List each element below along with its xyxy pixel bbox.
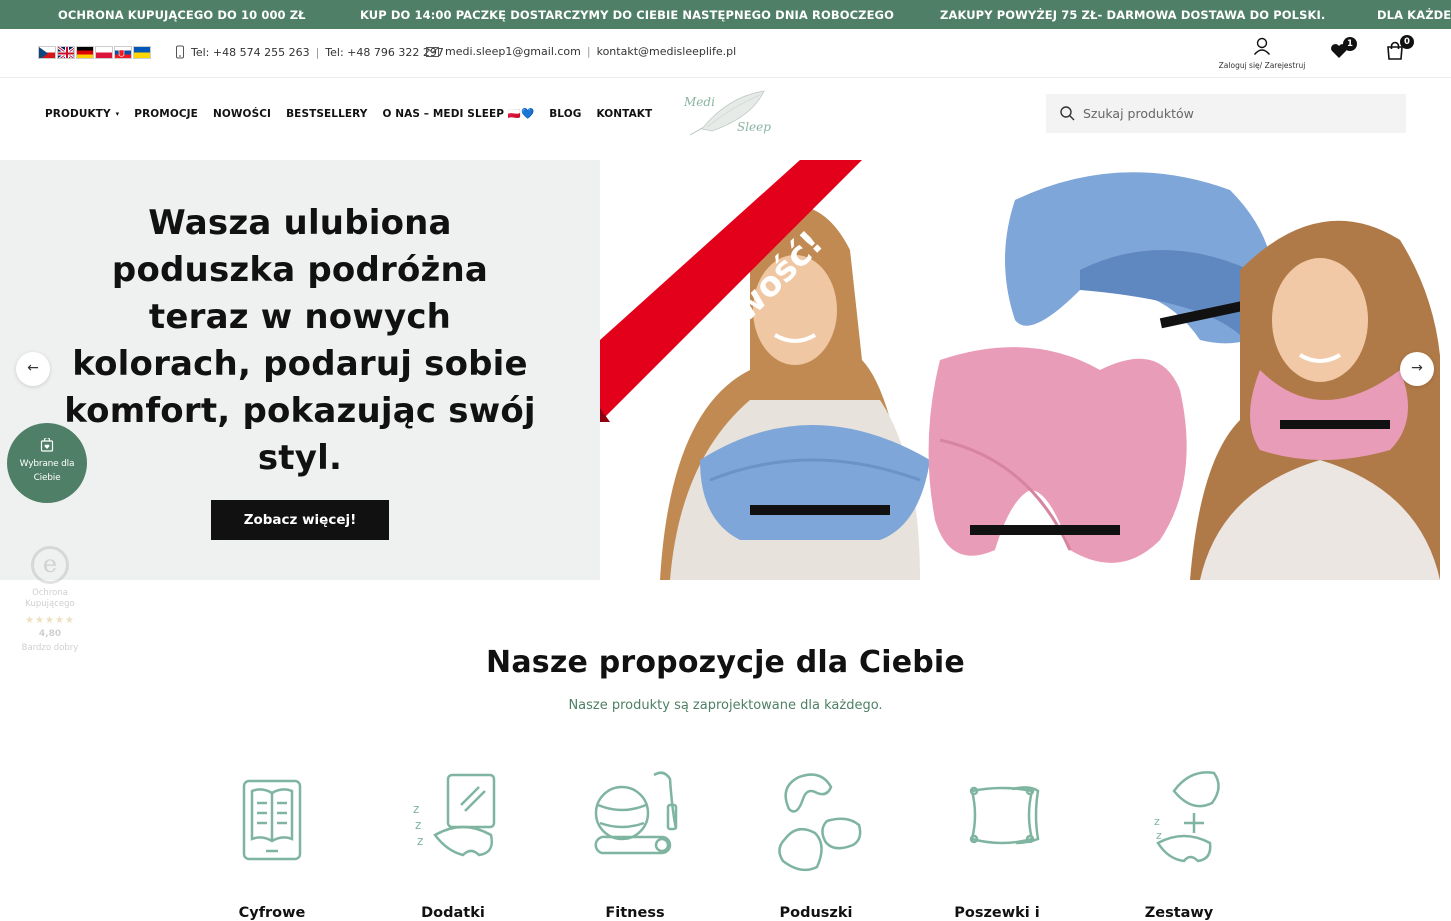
- pillow-pink: [928, 347, 1187, 563]
- logo-text-sleep: Sleep: [737, 120, 771, 134]
- wishlist-count-badge: 1: [1343, 37, 1357, 51]
- language-switcher: [38, 46, 151, 59]
- search-icon[interactable]: [1060, 106, 1075, 121]
- category-dodatki[interactable]: z z z Dodatki: [383, 765, 523, 921]
- phone-icon: [176, 45, 184, 59]
- svg-text:z: z: [1156, 829, 1162, 842]
- separator: |: [586, 45, 591, 58]
- separator: |: [315, 45, 320, 59]
- phone-1[interactable]: Tel: +48 574 255 263: [191, 46, 310, 59]
- hero-product-illustration: Nowość!: [600, 160, 1440, 580]
- svg-text:z: z: [413, 802, 419, 816]
- flag-de-icon[interactable]: [76, 46, 94, 59]
- trust-logo: e: [31, 546, 69, 584]
- picked-for-you-label: Wybrane dla Ciebie: [19, 459, 75, 483]
- category-cyfrowe[interactable]: Cyfrowe: [202, 765, 342, 921]
- category-name: Poduszki: [779, 905, 853, 921]
- category-poszewki[interactable]: Poszewki i: [927, 765, 1067, 921]
- rating-score: 4,80: [38, 629, 62, 639]
- slider-prev-button[interactable]: ←: [16, 352, 50, 386]
- category-list: Cyfrowe z z z Dodatki Fitness Poduszki P…: [0, 765, 1451, 921]
- cart-count-badge: 0: [1400, 35, 1414, 49]
- account-link[interactable]: Zaloguj się/ Zarejestruj: [1214, 37, 1310, 70]
- announcement-message: OCHRONA KUPUJĄCEGO DO 10 000 ZŁ: [58, 8, 306, 22]
- nav-item-produkty[interactable]: PRODUKTY ▾: [45, 108, 119, 120]
- section-subtitle: Nasze produkty są zaprojektowane dla każ…: [568, 698, 883, 713]
- category-zestawy[interactable]: z z Zestawy: [1109, 765, 1249, 921]
- hero-image[interactable]: Nowość!: [600, 160, 1440, 580]
- svg-text:z: z: [1154, 815, 1160, 828]
- contact-bar: Tel: +48 574 255 263 | Tel: +48 796 322 …: [0, 29, 1451, 78]
- category-name: Poszewki i: [954, 905, 1040, 921]
- hero-text-panel: Wasza ulubiona poduszka podróżna teraz w…: [0, 160, 600, 580]
- flag-uk-icon[interactable]: [133, 46, 151, 59]
- nav-item-kontakt[interactable]: KONTAKT: [596, 108, 652, 120]
- set-icon: z z: [1154, 771, 1220, 863]
- flag-pl-icon[interactable]: [95, 46, 113, 59]
- hero-title: Wasza ulubiona poduszka podróżna teraz w…: [64, 203, 536, 478]
- logo-text-medi: Medi: [684, 95, 715, 109]
- arrow-left-icon: ←: [27, 360, 39, 376]
- pillow-blue: [1005, 172, 1275, 344]
- nav-item-bestsellery[interactable]: BESTSELLERY: [286, 108, 367, 120]
- book-tablet-icon: [242, 779, 302, 861]
- flag-en-icon[interactable]: [57, 46, 75, 59]
- pillows-icon: [778, 773, 862, 872]
- trust-label: Ochrona Kupującego: [25, 588, 75, 609]
- nav-menu: PRODUKTY ▾ PROMOCJE NOWOŚCI BESTSELLERY O…: [45, 107, 652, 121]
- mail-icon: [426, 46, 439, 57]
- announcement-message: KUP DO 14:00 PACZKĘ DOSTARCZYMY DO CIEBI…: [360, 8, 894, 22]
- fitness-ball-icon: [594, 771, 678, 855]
- announcement-message: ZAKUPY POWYŻEJ 75 ZŁ- DARMOWA DOSTAWA DO…: [940, 8, 1326, 22]
- user-icon: [1253, 37, 1271, 55]
- nav-item-o-nas[interactable]: O NAS – MEDI SLEEP 🇵🇱💙: [382, 107, 534, 120]
- nav-label: PRODUKTY: [45, 107, 111, 120]
- bag-heart-icon: [40, 438, 54, 452]
- category-name: Dodatki: [421, 905, 485, 921]
- announcement-message: DLA KAŻDE: [1377, 8, 1451, 22]
- category-name: Cyfrowe: [238, 905, 306, 921]
- see-more-button[interactable]: Zobacz więcej!: [211, 500, 389, 540]
- cart-button[interactable]: 0: [1385, 35, 1414, 65]
- wishlist-button[interactable]: 1: [1330, 37, 1357, 63]
- email-contact: medi.sleep1@gmail.com | kontakt@medislee…: [426, 45, 736, 58]
- flag-sk-icon[interactable]: [114, 46, 132, 59]
- category-fitness[interactable]: Fitness: [565, 765, 705, 921]
- category-name: Zestawy: [1144, 905, 1214, 921]
- nav-item-blog[interactable]: BLOG: [549, 108, 581, 120]
- phone-contact: Tel: +48 574 255 263 | Tel: +48 796 322 …: [175, 45, 444, 59]
- nav-item-nowosci[interactable]: NOWOŚCI: [213, 108, 271, 120]
- category-poduszki[interactable]: Poduszki: [746, 765, 886, 921]
- search-bar: [1046, 94, 1406, 133]
- nav-item-promocje[interactable]: PROMOCJE: [134, 108, 198, 120]
- main-navigation: PRODUKTY ▾ PROMOCJE NOWOŚCI BESTSELLERY O…: [0, 78, 1451, 160]
- picked-for-you-button[interactable]: Wybrane dla Ciebie: [7, 423, 87, 503]
- sleep-mask-icon: z z z: [413, 773, 496, 857]
- svg-text:z: z: [415, 818, 421, 832]
- slider-next-button[interactable]: →: [1400, 352, 1434, 386]
- rating-stars-icon: ★★★★★: [25, 615, 75, 626]
- announcement-bar: OCHRONA KUPUJĄCEGO DO 10 000 ZŁ KUP DO 1…: [0, 0, 1451, 29]
- arrow-right-icon: →: [1411, 360, 1423, 376]
- email-2[interactable]: kontakt@medisleeplife.pl: [597, 45, 737, 58]
- search-input[interactable]: [1083, 106, 1383, 121]
- flag-cs-icon[interactable]: [38, 46, 56, 59]
- email-1[interactable]: medi.sleep1@gmail.com: [445, 45, 581, 58]
- chevron-down-icon: ▾: [115, 109, 120, 118]
- account-label: Zaloguj się/ Zarejestruj: [1218, 61, 1306, 70]
- category-name: Fitness: [605, 905, 665, 921]
- site-logo[interactable]: Medi Sleep: [682, 87, 777, 143]
- svg-text:z: z: [417, 834, 423, 848]
- section-title: Nasze propozycje dla Ciebie: [486, 645, 965, 680]
- pillowcase-icon: [969, 786, 1040, 845]
